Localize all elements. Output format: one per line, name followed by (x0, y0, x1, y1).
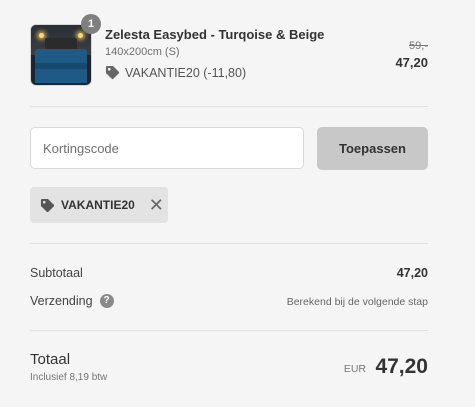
total-amount: 47,20 (375, 355, 428, 378)
coupon-section: Toepassen VAKANTIE20 ✕ (30, 107, 428, 244)
apply-button[interactable]: Toepassen (317, 127, 428, 170)
total-section: Totaal Inclusief 8,19 btw EUR 47,20 (30, 331, 428, 407)
product-discount-label: VAKANTIE20 (-11,80) (125, 65, 247, 80)
order-summary: 1 Zelesta Easybed - Turqoise & Beige 140… (30, 0, 428, 407)
product-thumbnail (30, 24, 92, 86)
shipping-value: Berekend bij de volgende stap (286, 296, 428, 308)
close-icon[interactable]: ✕ (149, 196, 164, 214)
product-price: 47,20 (395, 55, 428, 70)
product-old-price: 59,- (409, 40, 428, 52)
product-name: Zelesta Easybed - Turqoise & Beige (105, 27, 325, 42)
help-icon[interactable]: ? (99, 294, 114, 308)
total-label: Totaal (30, 351, 71, 368)
subtotal-value: 47,20 (396, 266, 428, 280)
shipping-row: Verzending ? (30, 294, 114, 308)
total-currency: EUR (343, 363, 366, 375)
tag-icon (40, 198, 55, 213)
discount-code-input[interactable] (30, 127, 304, 169)
tag-icon (105, 65, 120, 80)
applied-code-label: VAKANTIE20 (61, 198, 135, 212)
tax-note: Inclusief 8,19 btw (30, 372, 108, 383)
quantity-badge: 1 (81, 14, 101, 34)
cost-summary: Subtotaal 47,20 Verzending ? Berekend bi… (30, 244, 428, 331)
applied-discount-chip: VAKANTIE20 ✕ (30, 187, 168, 223)
product-line: 1 Zelesta Easybed - Turqoise & Beige 140… (30, 0, 428, 107)
subtotal-label: Subtotaal (30, 266, 83, 280)
product-discount: VAKANTIE20 (-11,80) (105, 65, 246, 80)
product-variant: 140x200cm (S) (105, 46, 180, 58)
shipping-label: Verzending (30, 294, 93, 308)
